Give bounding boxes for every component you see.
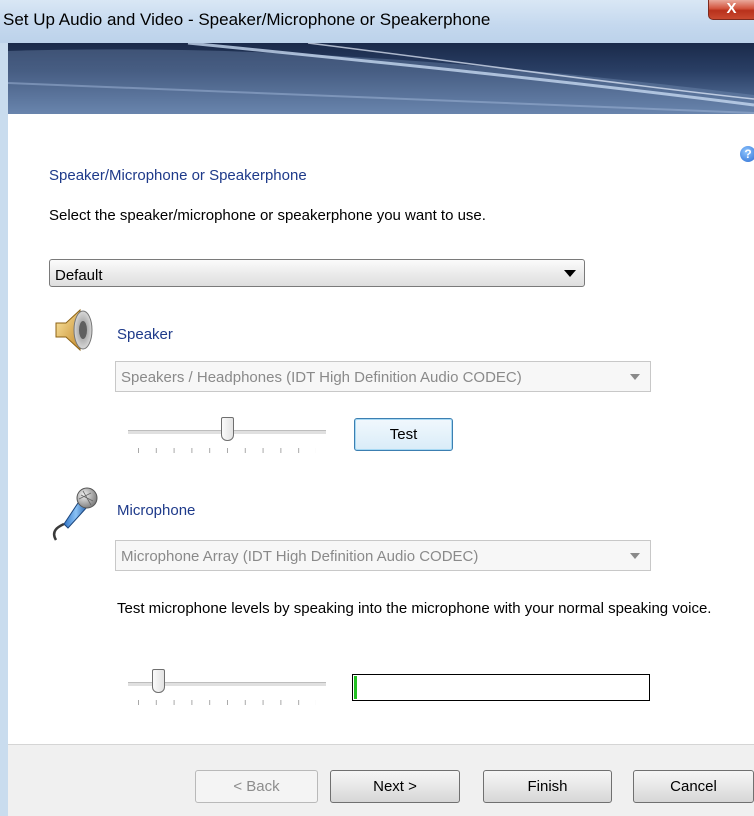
cancel-button[interactable]: Cancel [633, 770, 754, 803]
device-select-value: Default [55, 267, 103, 284]
microphone-label: Microphone [117, 502, 196, 519]
section-title: Speaker/Microphone or Speakerphone [49, 167, 307, 184]
header-banner [8, 43, 754, 114]
slider-thumb[interactable] [152, 669, 165, 693]
level-meter-fill [354, 676, 357, 699]
slider-ticks [138, 448, 316, 453]
microphone-icon [50, 486, 100, 542]
chevron-down-icon [630, 553, 640, 559]
help-icon[interactable]: ? [740, 146, 754, 162]
speaker-device-select[interactable]: Speakers / Headphones (IDT High Definiti… [115, 361, 651, 392]
speaker-icon [50, 306, 98, 354]
microphone-level-meter [352, 674, 650, 701]
back-button[interactable]: < Back [195, 770, 318, 803]
chevron-down-icon [564, 270, 576, 277]
test-speaker-button[interactable]: Test [354, 418, 453, 451]
title-bar: Set Up Audio and Video - Speaker/Microph… [0, 0, 754, 43]
chevron-down-icon [630, 374, 640, 380]
microphone-instruction: Test microphone levels by speaking into … [117, 600, 712, 617]
speaker-volume-slider[interactable] [128, 417, 328, 457]
close-button[interactable]: X [708, 0, 754, 20]
next-button[interactable]: Next > [330, 770, 460, 803]
slider-thumb[interactable] [221, 417, 234, 441]
window-title: Set Up Audio and Video - Speaker/Microph… [3, 10, 491, 29]
instruction-text: Select the speaker/microphone or speaker… [49, 207, 486, 224]
microphone-device-value: Microphone Array (IDT High Definition Au… [121, 548, 479, 565]
microphone-volume-slider[interactable] [128, 669, 328, 709]
device-select[interactable]: Default [49, 259, 585, 287]
close-icon: X [726, 0, 737, 17]
finish-button[interactable]: Finish [483, 770, 612, 803]
speaker-label: Speaker [117, 326, 173, 343]
speaker-device-value: Speakers / Headphones (IDT High Definiti… [121, 369, 522, 386]
help-glyph: ? [744, 147, 752, 161]
microphone-device-select[interactable]: Microphone Array (IDT High Definition Au… [115, 540, 651, 571]
slider-ticks [138, 700, 316, 705]
